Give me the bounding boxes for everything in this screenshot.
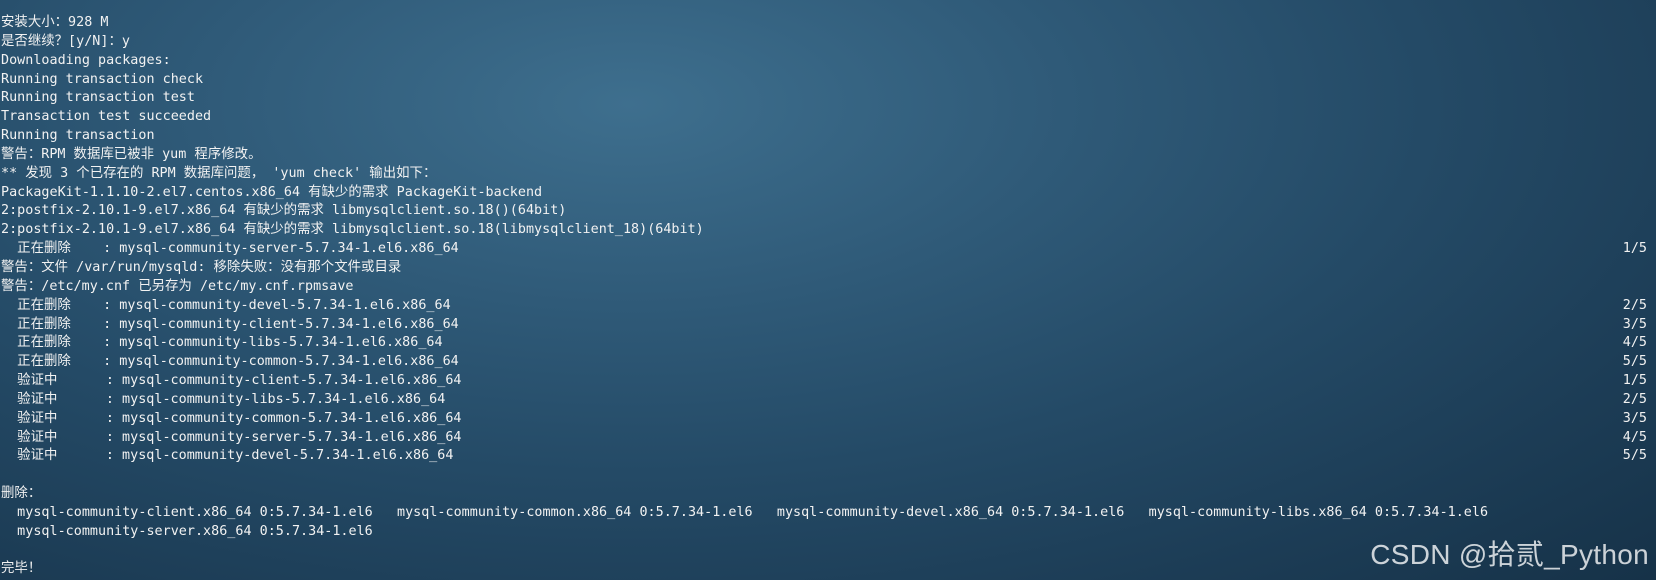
terminal-line: 是否继续？[y/N]：y bbox=[1, 33, 1653, 52]
terminal-line: 正在删除 : mysql-community-common-5.7.34-1.e… bbox=[1, 353, 1653, 372]
terminal-line-text: 正在删除 : mysql-community-common-5.7.34-1.e… bbox=[1, 354, 459, 370]
progress-counter: 5/5 bbox=[1622, 354, 1647, 370]
progress-counter: 5/5 bbox=[1622, 448, 1647, 464]
terminal-line-text: Downloading packages: bbox=[1, 52, 171, 68]
terminal-line: 2:postfix-2.10.1-9.el7.x86_64 有缺少的需求 lib… bbox=[1, 202, 1653, 221]
terminal-line: 验证中 : mysql-community-server-5.7.34-1.el… bbox=[1, 429, 1653, 448]
terminal-line: 正在删除 : mysql-community-server-5.7.34-1.e… bbox=[1, 240, 1653, 259]
terminal-line: Running transaction bbox=[1, 127, 1653, 146]
terminal-line: PackageKit-1.1.10-2.el7.centos.x86_64 有缺… bbox=[1, 184, 1653, 203]
terminal-line-text: Transaction test succeeded bbox=[1, 109, 212, 125]
terminal-line-text: 验证中 : mysql-community-libs-5.7.34-1.el6.… bbox=[1, 391, 446, 407]
terminal-line-text: 安装大小：928 M bbox=[1, 15, 109, 30]
terminal-line: Running transaction test bbox=[1, 89, 1653, 108]
terminal-line-text: Running transaction bbox=[1, 128, 155, 144]
progress-counter: 2/5 bbox=[1622, 297, 1647, 313]
progress-counter: 3/5 bbox=[1622, 316, 1647, 332]
terminal-line-text: 正在删除 : mysql-community-client-5.7.34-1.e… bbox=[1, 316, 459, 332]
terminal-line: 正在删除 : mysql-community-libs-5.7.34-1.el6… bbox=[1, 334, 1653, 353]
terminal-line: mysql-community-client.x86_64 0:5.7.34-1… bbox=[1, 504, 1653, 523]
progress-counter: 4/5 bbox=[1622, 335, 1647, 351]
terminal-line-text: 警告：RPM 数据库已被非 yum 程序修改。 bbox=[1, 146, 262, 162]
terminal-line-text: 警告：文件 /var/run/mysqld: 移除失败：没有那个文件或目录 bbox=[1, 259, 402, 275]
terminal-line: 警告：文件 /var/run/mysqld: 移除失败：没有那个文件或目录 bbox=[1, 259, 1653, 278]
terminal-line-text: 正在删除 : mysql-community-server-5.7.34-1.e… bbox=[1, 241, 459, 257]
terminal-line-text: Running transaction check bbox=[1, 71, 204, 87]
terminal-line-text: 验证中 : mysql-community-client-5.7.34-1.el… bbox=[1, 373, 462, 389]
terminal-line-text: 验证中 : mysql-community-common-5.7.34-1.el… bbox=[1, 410, 462, 426]
progress-counter: 4/5 bbox=[1622, 429, 1647, 445]
terminal-line: 安装大小：928 M bbox=[1, 14, 1653, 33]
terminal-line-text: 删除： bbox=[1, 486, 42, 502]
terminal-line: Running transaction check bbox=[1, 71, 1653, 90]
terminal-line-text: mysql-community-server.x86_64 0:5.7.34-1… bbox=[1, 523, 373, 539]
terminal-line-text: 是否继续？[y/N]：y bbox=[1, 33, 130, 49]
terminal-line: 删除： bbox=[1, 485, 1653, 504]
terminal-line-text: 警告：/etc/my.cnf 已另存为 /etc/my.cnf.rpmsave bbox=[1, 278, 354, 294]
terminal-line: 正在删除 : mysql-community-client-5.7.34-1.e… bbox=[1, 316, 1653, 335]
progress-counter: 1/5 bbox=[1622, 241, 1647, 257]
csdn-watermark: CSDN @拾贰_Python bbox=[1370, 539, 1649, 570]
terminal-output: 安装大小：928 M 是否继续？[y/N]：y Downloading packag… bbox=[1, 14, 1653, 579]
terminal-line: Transaction test succeeded bbox=[1, 108, 1653, 127]
terminal-line: 警告：/etc/my.cnf 已另存为 /etc/my.cnf.rpmsave bbox=[1, 278, 1653, 297]
terminal-line: 正在删除 : mysql-community-devel-5.7.34-1.el… bbox=[1, 297, 1653, 316]
terminal-line: Downloading packages: bbox=[1, 52, 1653, 71]
progress-counter: 1/5 bbox=[1622, 373, 1647, 389]
terminal-line-text: 验证中 : mysql-community-server-5.7.34-1.el… bbox=[1, 429, 462, 445]
terminal-line: 警告：RPM 数据库已被非 yum 程序修改。 bbox=[1, 146, 1653, 165]
terminal-line-text: 验证中 : mysql-community-devel-5.7.34-1.el6… bbox=[1, 448, 454, 464]
terminal-line-text: Running transaction test bbox=[1, 90, 195, 106]
terminal-line: 验证中 : mysql-community-devel-5.7.34-1.el6… bbox=[1, 447, 1653, 466]
terminal-line-text: PackageKit-1.1.10-2.el7.centos.x86_64 有缺… bbox=[1, 184, 543, 200]
progress-counter: 3/5 bbox=[1622, 410, 1647, 426]
terminal-line: 验证中 : mysql-community-client-5.7.34-1.el… bbox=[1, 372, 1653, 391]
terminal-line-text: 正在删除 : mysql-community-libs-5.7.34-1.el6… bbox=[1, 335, 443, 351]
terminal-line: 2:postfix-2.10.1-9.el7.x86_64 有缺少的需求 lib… bbox=[1, 221, 1653, 240]
progress-counter: 2/5 bbox=[1622, 391, 1647, 407]
terminal-line-text: 2:postfix-2.10.1-9.el7.x86_64 有缺少的需求 lib… bbox=[1, 203, 567, 219]
terminal-line-text: 完毕！ bbox=[1, 561, 42, 577]
terminal-line: 验证中 : mysql-community-common-5.7.34-1.el… bbox=[1, 410, 1653, 429]
terminal-line: ** 发现 3 个已存在的 RPM 数据库问题， 'yum check' 输出如… bbox=[1, 165, 1653, 184]
terminal-line-text: mysql-community-client.x86_64 0:5.7.34-1… bbox=[1, 504, 1489, 520]
terminal-line: 验证中 : mysql-community-libs-5.7.34-1.el6.… bbox=[1, 391, 1653, 410]
terminal-line-text: 正在删除 : mysql-community-devel-5.7.34-1.el… bbox=[1, 297, 451, 313]
terminal-line-text: ** 发现 3 个已存在的 RPM 数据库问题， 'yum check' 输出如… bbox=[1, 165, 437, 181]
terminal-line-text: 2:postfix-2.10.1-9.el7.x86_64 有缺少的需求 lib… bbox=[1, 222, 704, 238]
